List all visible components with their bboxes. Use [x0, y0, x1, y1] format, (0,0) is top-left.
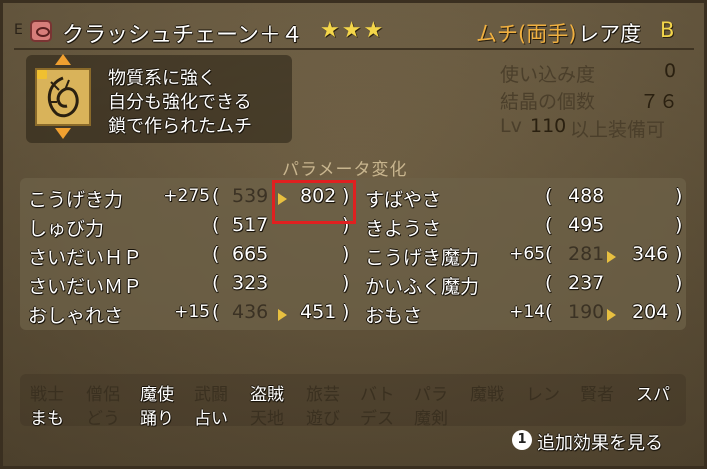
whip-category-icon — [30, 20, 52, 42]
param-label: さいだいＨＰ — [28, 247, 143, 269]
param-current-value: 190 — [568, 301, 605, 323]
open-paren: ( — [545, 301, 553, 323]
rarity-value: B — [660, 18, 675, 42]
param-current-value: 665 — [232, 243, 269, 265]
job-row1-8: 魔戦 — [470, 385, 504, 405]
crystal-value: ７６ — [640, 91, 679, 113]
param-label: しゅび力 — [28, 218, 105, 240]
open-paren: ( — [212, 185, 220, 207]
view-extra-effects-button[interactable]: 追加効果を見る — [537, 429, 663, 455]
job-row1-6: バト — [360, 385, 395, 405]
level-suffix: 以上装備可 — [570, 119, 666, 141]
param-current-value: 323 — [232, 272, 269, 294]
param-current-value: 517 — [232, 214, 269, 236]
open-paren: ( — [545, 272, 553, 294]
param-label: すばやさ — [365, 189, 442, 211]
param-label: おしゃれさ — [28, 305, 124, 327]
param-current-value: 495 — [568, 214, 605, 236]
param-new-value: 451 — [300, 301, 337, 323]
param-bonus: +65 — [509, 244, 545, 264]
close-paren: ) — [675, 214, 683, 236]
job-row1-2: 魔使 — [140, 385, 174, 405]
arrow-right-icon — [607, 251, 616, 263]
crystal-label: 結晶の個数 — [500, 91, 596, 113]
param-current-value: 488 — [568, 185, 605, 207]
arrow-up-icon[interactable] — [55, 54, 71, 65]
open-paren: ( — [545, 185, 553, 207]
close-paren: ) — [342, 272, 350, 294]
button-1-icon[interactable]: 1 — [512, 430, 532, 450]
param-bonus: +14 — [509, 302, 545, 322]
job-row2-2: 踊り — [140, 409, 174, 429]
usage-value: 0 — [664, 60, 677, 82]
job-row2-6: デス — [360, 409, 394, 429]
item-description-line: 自分も強化できる — [108, 92, 252, 113]
item-description-line: 鎖で作られたムチ — [108, 116, 252, 137]
open-paren: ( — [545, 243, 553, 265]
param-label: かいふく魔力 — [365, 276, 480, 298]
param-label: おもさ — [365, 305, 423, 327]
param-bonus: +15 — [174, 302, 210, 322]
arrow-right-icon — [607, 309, 616, 321]
open-paren: ( — [212, 272, 220, 294]
close-paren: ) — [342, 301, 350, 323]
level-value: 110 — [530, 115, 567, 137]
param-label: こうげき力 — [28, 189, 124, 211]
highlight-box — [272, 180, 356, 224]
job-row2-0: まも — [30, 409, 64, 429]
equipped-marker: E — [14, 22, 23, 38]
close-paren: ) — [675, 301, 683, 323]
job-row1-9: レン — [526, 385, 560, 405]
close-paren: ) — [675, 272, 683, 294]
close-paren: ) — [675, 243, 683, 265]
usage-label: 使い込み度 — [500, 64, 596, 86]
item-stars: ★★★ — [320, 18, 386, 43]
item-description-line: 物質系に強く — [108, 68, 216, 89]
close-paren: ) — [342, 243, 350, 265]
param-current-value: 436 — [232, 301, 269, 323]
open-paren: ( — [212, 243, 220, 265]
open-paren: ( — [212, 301, 220, 323]
param-label: きようさ — [365, 218, 442, 240]
job-row2-1: どう — [86, 409, 120, 429]
job-row1-10: 賢者 — [580, 385, 614, 405]
open-paren: ( — [212, 214, 220, 236]
close-paren: ) — [675, 185, 683, 207]
item-name: クラッシュチェーン＋４ — [62, 23, 303, 48]
level-label: Lv — [500, 115, 522, 137]
arrow-right-icon — [278, 309, 287, 321]
param-new-value: 346 — [632, 243, 669, 265]
job-row1-4: 盗賊 — [250, 385, 284, 405]
job-row1-0: 戦士 — [30, 385, 64, 405]
param-current-value: 539 — [232, 185, 269, 207]
param-bonus: +275 — [163, 186, 210, 206]
arrow-down-icon[interactable] — [55, 128, 71, 139]
job-row1-1: 僧侶 — [86, 385, 120, 405]
job-row2-3: 占い — [194, 409, 228, 429]
job-row1-5: 旅芸 — [306, 385, 340, 405]
job-row1-7: パラ — [414, 385, 448, 405]
param-label: さいだいＭＰ — [28, 276, 143, 298]
job-row1-11: スパ — [636, 385, 670, 405]
open-paren: ( — [545, 214, 553, 236]
param-new-value: 204 — [632, 301, 669, 323]
param-current-value: 237 — [568, 272, 605, 294]
rarity-label: レア度 — [578, 22, 641, 46]
lock-icon — [37, 70, 47, 79]
weapon-type: ムチ(両手) — [476, 22, 577, 46]
job-row1-3: 武闘 — [194, 385, 228, 405]
job-row2-4: 天地 — [250, 409, 284, 429]
header-divider — [14, 48, 694, 50]
job-row2-7: 魔剣 — [414, 409, 448, 429]
job-row2-5: 遊び — [306, 409, 340, 429]
param-label: こうげき魔力 — [365, 247, 480, 269]
param-current-value: 281 — [568, 243, 605, 265]
param-title: パラメータ変化 — [282, 160, 408, 180]
